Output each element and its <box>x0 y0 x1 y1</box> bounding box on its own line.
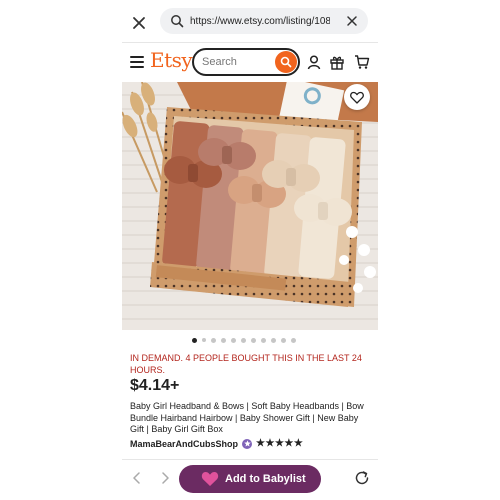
bottom-divider <box>122 459 378 460</box>
shop-name-link[interactable]: MamaBearAndCubsShop <box>130 439 238 449</box>
carousel-dot[interactable] <box>251 337 256 343</box>
user-icon[interactable] <box>306 54 322 70</box>
browser-url-bar: https://www.etsy.com/listing/1089 <box>122 8 378 38</box>
carousel-dot[interactable] <box>261 337 266 343</box>
carousel-dot[interactable] <box>221 337 226 343</box>
product-photo <box>122 82 378 330</box>
babylist-label: Add to Babylist <box>225 473 306 485</box>
carousel-dot[interactable] <box>271 337 276 343</box>
carousel-dot[interactable] <box>241 337 246 343</box>
chevron-right-icon[interactable] <box>160 472 170 484</box>
star-seller-badge-icon <box>242 438 253 449</box>
carousel-dot[interactable] <box>291 337 296 343</box>
search-submit-button[interactable] <box>275 51 297 73</box>
heart-icon <box>350 91 364 104</box>
search-input[interactable]: Search <box>192 48 300 76</box>
refresh-icon[interactable] <box>354 470 370 486</box>
product-title: Baby Girl Headband & Bows | Soft Baby He… <box>130 401 364 434</box>
add-to-babylist-button[interactable]: Add to Babylist <box>179 465 321 493</box>
etsy-logo[interactable]: Etsy <box>150 48 193 72</box>
carousel-dot[interactable] <box>211 337 216 343</box>
carousel-dot[interactable] <box>231 337 236 343</box>
hamburger-menu-icon[interactable] <box>130 56 144 68</box>
chevron-left-icon[interactable] <box>132 472 142 484</box>
favorite-button[interactable] <box>344 84 370 110</box>
image-carousel-dots[interactable] <box>192 336 296 344</box>
carousel-dot[interactable] <box>202 338 206 342</box>
mobile-browser-viewport: https://www.etsy.com/listing/1089 Etsy S… <box>122 0 378 500</box>
clear-icon[interactable] <box>346 15 358 27</box>
url-text[interactable]: https://www.etsy.com/listing/1089 <box>190 16 330 27</box>
cart-icon[interactable] <box>354 54 370 70</box>
url-field[interactable]: https://www.etsy.com/listing/1089 <box>160 8 368 34</box>
carousel-dot[interactable] <box>281 337 286 343</box>
rating-stars: ★★★★★ <box>256 438 304 449</box>
product-image[interactable] <box>122 82 378 330</box>
product-price: $4.14+ <box>130 377 180 394</box>
search-icon <box>171 15 184 28</box>
header-divider <box>122 42 378 43</box>
demand-banner: IN DEMAND. 4 PEOPLE BOUGHT THIS IN THE L… <box>130 353 362 375</box>
gift-icon[interactable] <box>329 54 345 70</box>
search-placeholder: Search <box>202 56 237 68</box>
carousel-dot[interactable] <box>192 337 197 343</box>
site-header: Etsy Search <box>122 46 378 80</box>
search-icon <box>280 56 292 68</box>
heart-icon <box>201 472 219 486</box>
shop-info: MamaBearAndCubsShop ★★★★★ <box>130 438 303 449</box>
close-icon[interactable] <box>130 14 148 32</box>
